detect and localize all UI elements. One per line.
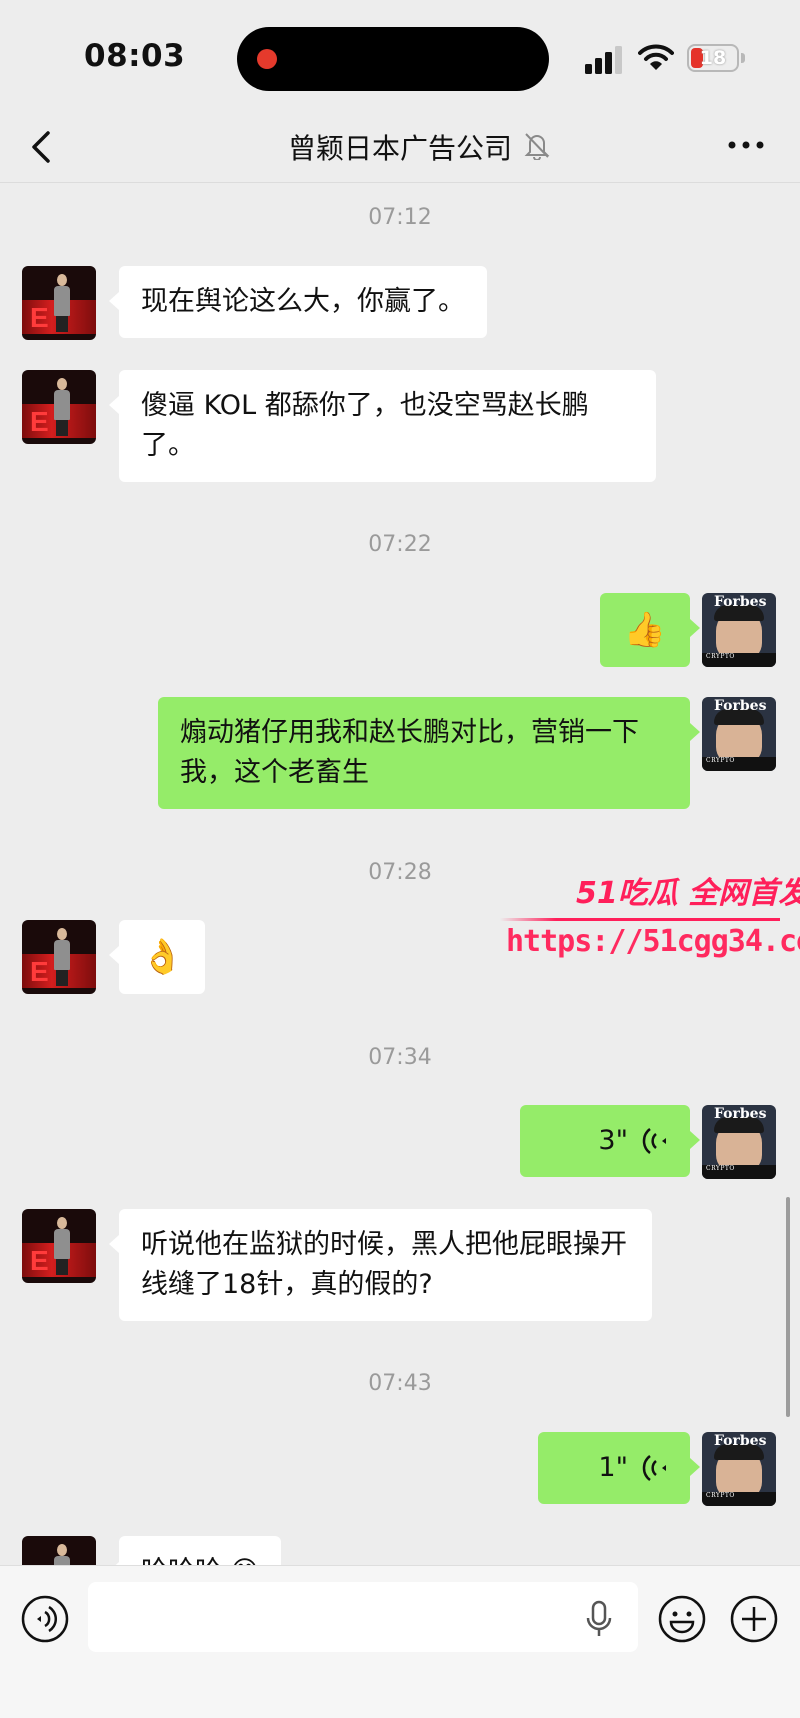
timestamp: 07:22 [368,532,432,557]
my-avatar[interactable]: Forbes CRYPTO [702,1432,776,1506]
voice-wave-icon [642,1455,666,1481]
plus-icon[interactable] [729,1594,779,1644]
message-bubble[interactable]: 👍 [599,593,701,667]
my-avatar[interactable]: Forbes CRYPTO [702,1105,776,1179]
more-icon[interactable] [726,135,766,155]
mute-bell-icon [524,133,550,160]
emoji-icon[interactable] [657,1594,707,1644]
voice-wave-icon [642,1128,666,1154]
voice-mode-icon[interactable] [20,1594,70,1644]
voice-duration: 3" [598,1125,628,1156]
wifi-icon [638,44,674,70]
mic-icon[interactable] [582,1600,616,1640]
voice-message[interactable]: 3" [520,1105,700,1177]
battery-icon: 18 [687,44,739,72]
my-avatar[interactable]: Forbes CRYPTO [702,593,776,667]
input-bar [0,1565,800,1718]
site-watermark: 51吃瓜 全网首发 https://51cgg34.com [492,868,800,968]
contact-avatar[interactable]: E [22,1536,96,1565]
chat-title: 曾颖日本广告公司 [287,132,512,165]
watermark-line [500,918,780,921]
message-bubble[interactable]: 听说他在监狱的时候，黑人把他屁眼操开线缝了18针，真的假的? [109,1209,652,1321]
contact-avatar[interactable]: E [22,920,96,994]
contact-avatar[interactable]: E [22,266,96,340]
status-time: 08:03 [84,38,186,74]
battery-percent: 18 [699,47,727,69]
message-bubble[interactable]: 傻逼 KOL 都舔你了，也没空骂赵长鹏了。 [109,370,656,482]
watermark-title: 51吃瓜 全网首发 [576,876,800,911]
contact-avatar[interactable]: E [22,370,96,444]
timestamp: 07:34 [368,1045,432,1070]
signal-icon [585,46,622,74]
chat-header: 曾颖日本广告公司 [0,115,800,183]
voice-message[interactable]: 1" [538,1432,700,1504]
message-input[interactable] [88,1582,638,1652]
timestamp: 07:12 [368,205,432,230]
voice-duration: 1" [598,1452,628,1483]
dynamic-island [237,27,549,91]
chat-scrollbar[interactable] [786,1197,790,1417]
message-bubble[interactable]: 现在舆论这么大，你赢了。 [109,266,487,338]
message-bubble[interactable]: 煽动猪仔用我和赵长鹏对比，营销一下我，这个老畜生 [158,697,700,809]
message-bubble[interactable]: 👌 [108,920,206,994]
recording-dot-icon [257,49,277,69]
status-bar: 08:03 18 [0,0,800,115]
my-avatar[interactable]: Forbes CRYPTO [702,697,776,771]
contact-avatar[interactable]: E [22,1209,96,1283]
watermark-url: https://51cgg34.com [506,924,800,959]
message-bubble[interactable]: 哈哈哈 😅 [109,1536,281,1565]
battery-cap [741,53,745,63]
timestamp: 07:43 [368,1371,432,1396]
